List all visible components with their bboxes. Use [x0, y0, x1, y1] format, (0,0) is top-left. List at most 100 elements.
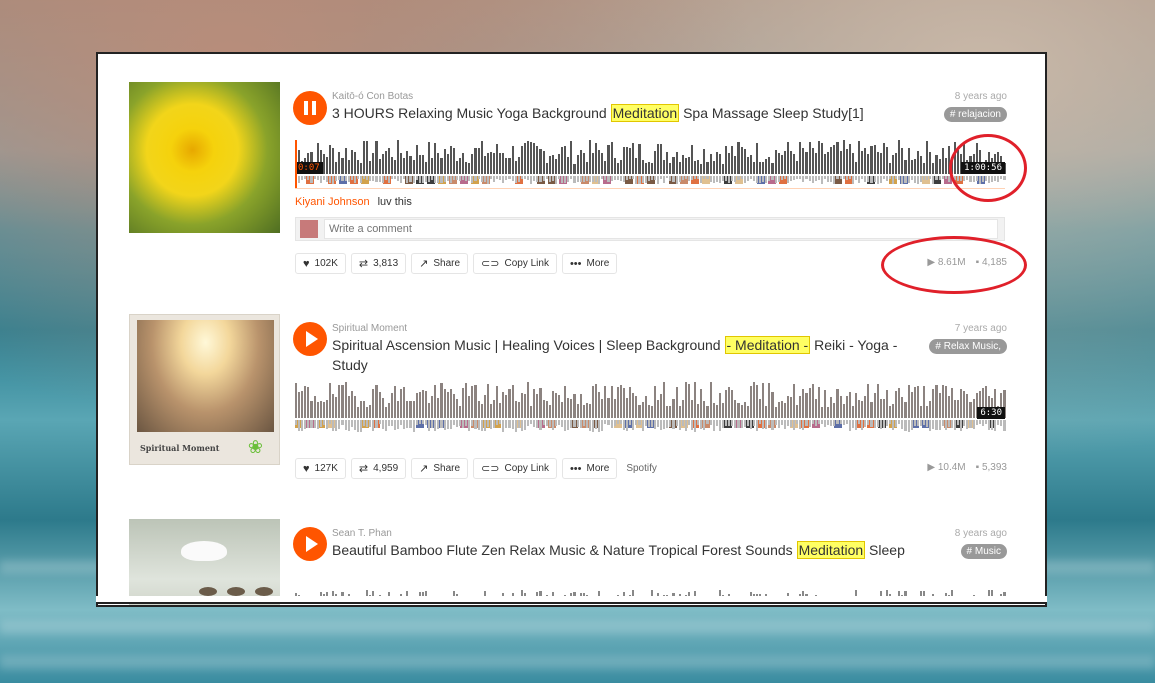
waveform-bar — [310, 400, 313, 418]
waveform-bar — [496, 385, 499, 418]
like-button[interactable]: ♥ 127K — [295, 458, 346, 479]
waveform-reflection-bar — [799, 420, 802, 429]
waveform-bar — [882, 398, 885, 418]
waveform-reflection-bar — [892, 176, 895, 184]
waveform-reflection-bar — [824, 176, 827, 180]
waveform-bar — [845, 148, 848, 174]
waveform-reflection-bar — [338, 420, 341, 430]
waveform-reflection-bar — [793, 420, 796, 430]
waveform-bar — [867, 154, 870, 174]
comment-input[interactable] — [324, 219, 998, 239]
waveform-reflection-bar — [604, 420, 607, 425]
waveform-bar — [895, 152, 898, 174]
progress-line — [295, 188, 1005, 189]
waveform-reflection-bar — [780, 420, 783, 426]
genre-tag[interactable]: # Relax Music, — [929, 339, 1007, 354]
play-count[interactable]: ▶ 10.4M — [927, 462, 965, 473]
copy-link-button[interactable]: ⊂⊃ Copy Link — [473, 253, 557, 274]
waveform-reflection-bar — [359, 420, 363, 432]
waveform-bar — [452, 148, 455, 174]
waveform-reflection-bar — [378, 420, 381, 424]
waveform-bar — [564, 386, 567, 418]
waveform-reflection-bar — [755, 176, 759, 184]
waveform-bar — [381, 153, 384, 174]
waveform-bar — [539, 387, 542, 418]
waveform-reflection-bar — [907, 176, 910, 183]
track-uploader[interactable]: Spiritual Moment — [332, 323, 407, 334]
waveform-reflection-bar — [669, 176, 672, 181]
waveform-bar — [335, 397, 338, 418]
waveform-bar — [511, 146, 514, 174]
play-button[interactable] — [293, 527, 327, 561]
waveform-bar — [542, 150, 545, 174]
waveform-bar — [533, 143, 536, 174]
waveform-bar — [440, 158, 443, 174]
track-title[interactable]: Spiritual Ascension Music | Healing Voic… — [332, 335, 907, 375]
waveform-bar — [390, 157, 393, 174]
repost-button[interactable]: ⇄ 3,813 — [350, 253, 407, 274]
waveform-reflection-bar — [870, 176, 873, 184]
comment-author[interactable]: Kiyani Johnson — [295, 196, 370, 208]
waveform-bar — [641, 159, 644, 174]
waveform-bar — [910, 392, 913, 418]
waveform-bar — [619, 160, 622, 174]
waveform-bar — [604, 160, 607, 174]
waveform-bar — [684, 382, 687, 418]
more-button[interactable]: ••• More — [561, 458, 618, 479]
waveform[interactable]: 6:30 — [295, 382, 1006, 434]
waveform-reflection-bar — [347, 420, 350, 431]
waveform-reflection-bar — [310, 420, 313, 428]
waveform-bar — [455, 160, 458, 174]
waveform-reflection-bar — [554, 176, 557, 184]
current-time: 0:07 — [295, 162, 323, 174]
share-button[interactable]: ↗ Share — [411, 253, 469, 274]
track-artwork[interactable] — [129, 82, 280, 233]
waveform-bar — [325, 399, 329, 418]
track-artwork[interactable] — [129, 519, 280, 605]
comment-text: luv this — [377, 196, 412, 208]
waveform[interactable] — [295, 569, 1006, 599]
waveform-bar — [502, 153, 505, 174]
waveform-reflection-bar — [375, 420, 378, 428]
comment-count[interactable]: ▪ 5,393 — [976, 462, 1007, 473]
genre-tag[interactable]: # relajacion — [943, 107, 1007, 122]
waveform-reflection-bar — [660, 176, 663, 179]
waveform[interactable]: 0:07 1:00:56 — [295, 140, 1006, 188]
waveform-bar — [885, 389, 888, 418]
track-title[interactable]: Beautiful Bamboo Flute Zen Relax Music &… — [332, 540, 905, 560]
waveform-reflection-bar — [845, 176, 848, 180]
play-button[interactable] — [293, 322, 327, 356]
waveform-reflection-bar — [462, 420, 465, 429]
waveform-bar — [359, 401, 363, 418]
like-button[interactable]: ♥ 102K — [295, 253, 346, 274]
waveform-bar — [465, 383, 468, 418]
waveform-bar — [796, 404, 799, 418]
pause-button[interactable] — [293, 91, 327, 125]
waveform-reflection-bar — [759, 176, 762, 184]
copy-link-button[interactable]: ⊂⊃ Copy Link — [473, 458, 557, 479]
waveform-reflection-bar — [329, 420, 332, 424]
waveform-reflection-bar — [740, 176, 743, 180]
spotify-link[interactable]: Spotify — [622, 458, 657, 479]
waveform-reflection-bar — [400, 176, 403, 184]
waveform-bar — [817, 386, 820, 418]
track-uploader[interactable]: Kaitō-ó Con Botas — [332, 91, 413, 102]
waveform-reflection-bar — [765, 420, 768, 430]
genre-tag[interactable]: # Music — [960, 544, 1007, 559]
waveform-reflection-bar — [440, 420, 443, 429]
waveform-bar — [929, 400, 932, 418]
waveform-reflection-bar — [548, 176, 551, 182]
waveform-reflection-bar — [817, 420, 820, 425]
more-button[interactable]: ••• More — [561, 253, 618, 274]
waveform-bars — [295, 382, 1006, 418]
track-title[interactable]: 3 HOURS Relaxing Music Yoga Background M… — [332, 103, 864, 123]
waveform-reflection-bar — [610, 176, 613, 182]
waveform-reflection-bar — [672, 420, 675, 430]
share-button[interactable]: ↗ Share — [411, 458, 469, 479]
waveform-reflection-bar — [867, 420, 870, 425]
track-artwork[interactable]: Spiritual Moment ❀ — [129, 314, 280, 465]
track-uploader[interactable]: Sean T. Phan — [332, 528, 392, 539]
waveform-bar — [919, 405, 923, 418]
waveform-reflection-bar — [709, 420, 712, 426]
repost-button[interactable]: ⇄ 4,959 — [350, 458, 407, 479]
